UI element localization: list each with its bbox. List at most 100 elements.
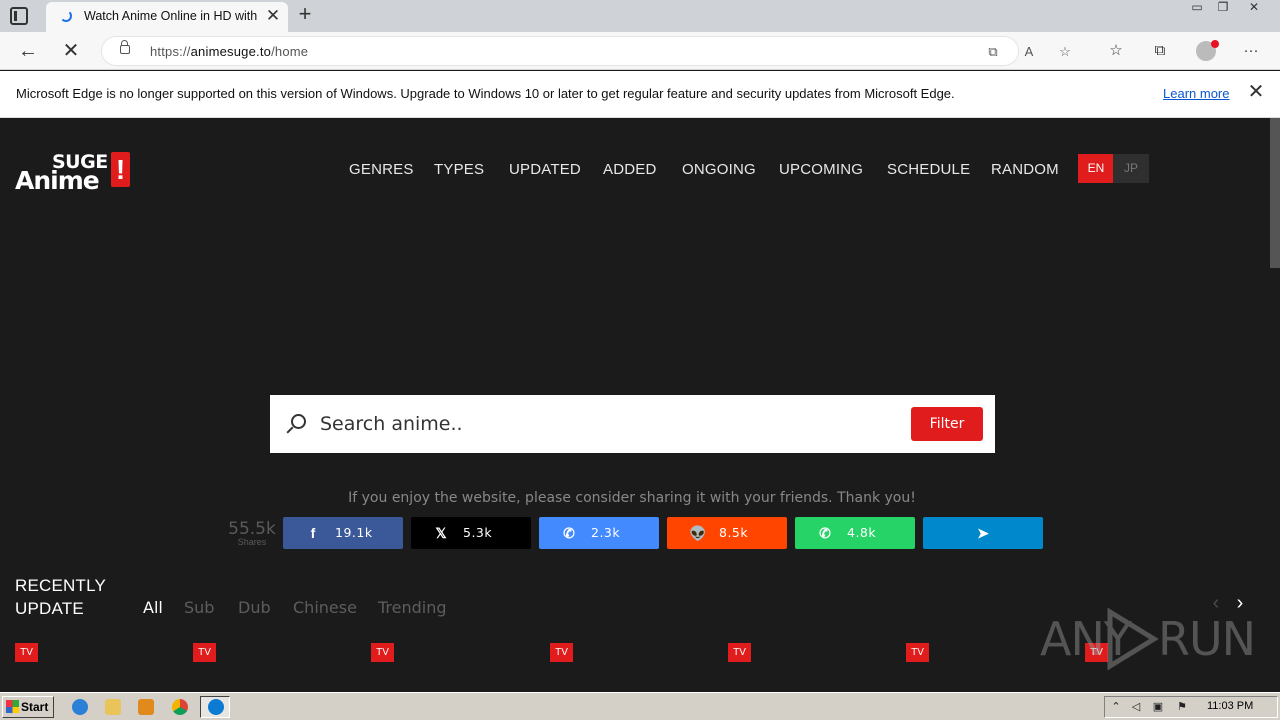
new-tab-button[interactable]: + — [294, 3, 316, 26]
share-count: 2.3k — [591, 525, 621, 540]
file-explorer-icon[interactable] — [105, 699, 121, 715]
url-text[interactable]: https://animesuge.to/home — [150, 44, 308, 59]
tab-close-icon[interactable]: ✕ — [264, 6, 282, 26]
play-logo-icon — [1107, 608, 1159, 670]
loading-spinner-icon — [60, 10, 72, 22]
filter-button[interactable]: Filter — [911, 407, 983, 441]
page-scrollbar[interactable] — [1266, 118, 1280, 692]
url-field[interactable]: https://animesuge.to/home ⧉ A ☆ — [101, 36, 1071, 66]
logo-mark: ! — [111, 152, 130, 187]
back-button[interactable]: ← — [15, 39, 41, 63]
more-menu-icon[interactable]: ··· — [1240, 40, 1262, 62]
recently-update-title: RECENTLY UPDATE — [15, 574, 106, 620]
type-badge: TV — [728, 643, 751, 662]
tab-actions-icon[interactable] — [10, 7, 28, 25]
share-count: 5.3k — [463, 525, 493, 540]
type-badge: TV — [906, 643, 929, 662]
unsupported-os-infobar: Microsoft Edge is no longer supported on… — [0, 71, 1280, 118]
lang-jp-button[interactable]: JP — [1113, 154, 1149, 183]
logo-bottom-text: Anime — [15, 166, 100, 195]
lang-en-button[interactable]: EN — [1078, 154, 1114, 183]
anyrun-watermark: ANY RUN — [1040, 608, 1256, 670]
tab-title: Watch Anime Online in HD with — [84, 9, 258, 23]
nav-random[interactable]: RANDOM — [991, 161, 1059, 178]
browser-tab[interactable]: Watch Anime Online in HD with ✕ — [46, 2, 288, 32]
browser-tab-bar: Watch Anime Online in HD with ✕ + ▭ ❐ ✕ — [0, 0, 1280, 32]
messenger-icon: ✆ — [563, 525, 575, 541]
address-bar-row: ← ✕ https://animesuge.to/home ⧉ A ☆ ☆ ⧉ … — [0, 32, 1280, 70]
infobar-message: Microsoft Edge is no longer supported on… — [16, 86, 955, 101]
share-telegram-button[interactable]: ➤ — [923, 517, 1043, 549]
share-x-button[interactable]: 𝕏 5.3k — [411, 517, 531, 549]
nav-updated[interactable]: UPDATED — [509, 161, 581, 178]
search-input[interactable] — [320, 411, 880, 437]
whatsapp-icon: ✆ — [819, 525, 831, 541]
profile-avatar[interactable] — [1196, 40, 1219, 61]
nav-upcoming[interactable]: UPCOMING — [779, 161, 863, 178]
telegram-icon: ➤ — [977, 525, 989, 541]
favorites-icon[interactable]: ☆ — [1105, 40, 1127, 62]
add-favorite-icon[interactable]: ☆ — [1056, 43, 1074, 61]
nav-types[interactable]: TYPES — [434, 161, 484, 178]
windows-logo-icon — [6, 700, 19, 713]
tab-sub[interactable]: Sub — [184, 598, 214, 617]
windows-taskbar: Start ⌃ ◁ ▣ ⚑ 11:03 PM — [0, 692, 1280, 720]
nav-added[interactable]: ADDED — [603, 161, 657, 178]
infobar-close-icon[interactable]: ✕ — [1246, 82, 1266, 102]
share-messenger-button[interactable]: ✆ 2.3k — [539, 517, 659, 549]
network-icon[interactable]: ▣ — [1151, 700, 1165, 714]
learn-more-link[interactable]: Learn more — [1163, 86, 1229, 101]
edge-icon — [208, 699, 224, 715]
tab-trending[interactable]: Trending — [378, 598, 447, 617]
restore-button[interactable]: ❐ — [1210, 0, 1236, 17]
share-reddit-button[interactable]: 👽 8.5k — [667, 517, 787, 549]
app-available-icon[interactable]: ⧉ — [984, 43, 1002, 61]
internet-explorer-icon[interactable] — [72, 699, 88, 715]
scrollbar-thumb[interactable] — [1270, 118, 1280, 268]
lock-icon[interactable] — [120, 40, 130, 54]
tab-all[interactable]: All — [143, 598, 163, 617]
tab-dub[interactable]: Dub — [238, 598, 271, 617]
system-tray: ⌃ ◁ ▣ ⚑ 11:03 PM — [1104, 696, 1278, 718]
share-total: 55.5k Shares — [228, 519, 276, 547]
share-message: If you enjoy the website, please conside… — [348, 490, 916, 506]
tab-chinese[interactable]: Chinese — [293, 598, 357, 617]
nav-ongoing[interactable]: ONGOING — [682, 161, 756, 178]
nav-genres[interactable]: GENRES — [349, 161, 414, 178]
edge-taskbar-button[interactable] — [200, 696, 230, 718]
chrome-icon[interactable] — [172, 699, 188, 715]
nav-schedule[interactable]: SCHEDULE — [887, 161, 970, 178]
share-whatsapp-button[interactable]: ✆ 4.8k — [795, 517, 915, 549]
type-badge: TV — [550, 643, 573, 662]
volume-icon[interactable]: ◁ — [1129, 700, 1143, 714]
url-host: animesuge.to — [190, 44, 272, 59]
collections-icon[interactable]: ⧉ — [1149, 40, 1171, 62]
search-icon[interactable] — [291, 414, 306, 429]
action-center-flag-icon[interactable]: ⚑ — [1175, 700, 1189, 714]
watermark-right-text: RUN — [1158, 612, 1256, 666]
web-page: SUGE Anime ! GENRES TYPES UPDATED ADDED … — [0, 118, 1280, 692]
reddit-icon: 👽 — [689, 525, 707, 541]
share-facebook-button[interactable]: f 19.1k — [283, 517, 403, 549]
start-button[interactable]: Start — [2, 696, 54, 718]
site-logo[interactable]: SUGE Anime ! — [15, 151, 135, 195]
x-icon: 𝕏 — [435, 525, 447, 541]
share-count: 8.5k — [719, 525, 749, 540]
minimize-button[interactable]: ▭ — [1184, 0, 1210, 17]
type-badge: TV — [193, 643, 216, 662]
recent-title-line1: RECENTLY — [15, 576, 107, 595]
share-count: 19.1k — [335, 525, 373, 540]
recent-title-line2: UPDATE — [15, 599, 84, 618]
show-hidden-icons-icon[interactable]: ⌃ — [1109, 700, 1123, 714]
read-aloud-icon[interactable]: A — [1020, 43, 1038, 61]
share-count: 4.8k — [847, 525, 877, 540]
media-player-icon[interactable] — [138, 699, 154, 715]
clock[interactable]: 11:03 PM — [1207, 700, 1253, 712]
window-close-button[interactable]: ✕ — [1240, 0, 1268, 17]
share-total-count: 55.5k — [228, 519, 276, 539]
stop-loading-button[interactable]: ✕ — [58, 39, 84, 63]
start-label: Start — [21, 700, 49, 714]
facebook-icon: f — [310, 525, 316, 541]
type-badge: TV — [15, 643, 38, 662]
type-badge: TV — [371, 643, 394, 662]
